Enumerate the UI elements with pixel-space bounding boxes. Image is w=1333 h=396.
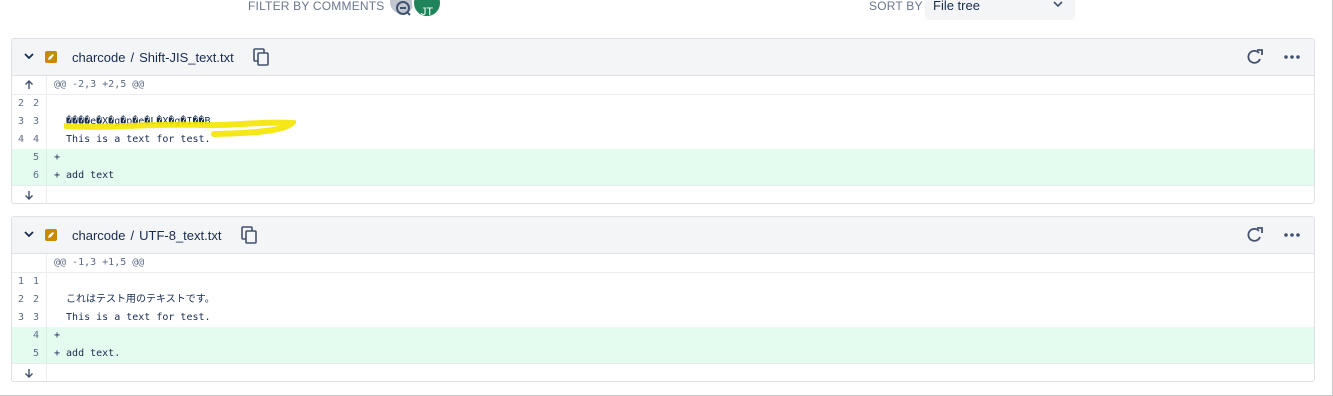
diff-line: 11 xyxy=(12,273,1314,291)
hunk-range: @@ -2,3 +2,5 @@ xyxy=(54,79,145,90)
chevron-down-icon xyxy=(1053,1,1063,8)
file-header: charcode / Shift-JIS_text.txt xyxy=(12,39,1314,76)
added-line: 4 + xyxy=(12,327,1314,345)
old-line-number: 2 xyxy=(18,294,25,305)
new-line-number: 5 xyxy=(33,348,40,359)
old-line-number: 2 xyxy=(18,98,25,109)
diff-line: 22 xyxy=(12,95,1314,113)
new-line-number: 3 xyxy=(33,312,40,323)
old-line-number: 3 xyxy=(18,116,25,127)
file-path[interactable]: charcode / Shift-JIS_text.txt xyxy=(72,50,234,65)
chevron-down-icon[interactable] xyxy=(24,52,34,60)
sort-select[interactable]: File tree xyxy=(925,0,1075,20)
new-line-number: 2 xyxy=(33,98,40,109)
line-content: + xyxy=(54,152,61,163)
window-frame: FILTER BY COMMENTS JT SORT BY File tree … xyxy=(0,0,1333,396)
old-line-number: 1 xyxy=(18,276,25,287)
diff-line: 33 This is a text for test. xyxy=(12,309,1314,327)
refresh-icon[interactable] xyxy=(1246,49,1264,65)
chevron-down-icon[interactable] xyxy=(24,230,34,238)
new-line-number: 4 xyxy=(33,330,40,341)
filter-label: FILTER BY COMMENTS xyxy=(248,0,385,13)
arrow-down-icon[interactable] xyxy=(24,190,34,200)
hunk-header: @@ -1,3 +1,5 @@ xyxy=(12,254,1314,273)
line-gutter xyxy=(12,76,47,94)
file-path[interactable]: charcode / UTF-8_text.txt xyxy=(72,228,221,243)
sort-label: SORT BY xyxy=(869,0,923,13)
old-line-number: 4 xyxy=(18,134,25,145)
file-header: charcode / UTF-8_text.txt xyxy=(12,217,1314,254)
old-line-number: 3 xyxy=(18,312,25,323)
added-line: 5 + xyxy=(12,149,1314,167)
added-line: 5 + add text. xyxy=(12,345,1314,363)
line-content: + add text xyxy=(54,170,115,181)
expand-row xyxy=(12,185,1314,203)
arrow-up-icon[interactable] xyxy=(24,80,34,90)
added-line: 6 + add text xyxy=(12,167,1314,185)
diff-line: 22 これはテスト用のテキストです。 xyxy=(12,291,1314,309)
hunk-header: @@ -2,3 +2,5 @@ xyxy=(12,76,1314,95)
line-content: This is a text for test. xyxy=(54,312,211,323)
new-line-number: 6 xyxy=(33,170,40,181)
line-gutter xyxy=(12,254,47,272)
refresh-icon[interactable] xyxy=(1246,227,1264,243)
new-line-number: 4 xyxy=(33,134,40,145)
comment-icon xyxy=(396,1,411,16)
sort-selected-value: File tree xyxy=(933,0,980,13)
copy-icon[interactable] xyxy=(241,226,257,244)
marker-highlight xyxy=(64,119,296,137)
file-diff-panel: charcode / UTF-8_text.txt @@ -1,3 +1,5 @@ … xyxy=(11,216,1315,382)
file-name: UTF-8_text.txt xyxy=(139,228,222,243)
edit-icon xyxy=(45,51,57,63)
new-line-number: 3 xyxy=(33,116,40,127)
path-separator: / xyxy=(130,228,135,243)
more-icon[interactable] xyxy=(1284,55,1300,59)
line-content: これはテスト用のテキストです。 xyxy=(54,294,215,305)
new-line-number: 5 xyxy=(33,152,40,163)
arrow-down-icon[interactable] xyxy=(24,368,34,378)
path-separator: / xyxy=(130,50,135,65)
edit-icon xyxy=(45,229,57,241)
new-line-number: 2 xyxy=(33,294,40,305)
more-icon[interactable] xyxy=(1284,233,1300,237)
copy-icon[interactable] xyxy=(253,48,269,66)
line-content: + add text. xyxy=(54,348,121,359)
expand-row xyxy=(12,363,1314,381)
line-content: + xyxy=(54,330,61,341)
hunk-range: @@ -1,3 +1,5 @@ xyxy=(54,257,145,268)
folder-name: charcode xyxy=(72,228,126,243)
folder-name: charcode xyxy=(72,50,126,65)
new-line-number: 1 xyxy=(33,276,40,287)
file-name: Shift-JIS_text.txt xyxy=(139,50,234,65)
user-avatar[interactable]: JT xyxy=(412,0,442,18)
